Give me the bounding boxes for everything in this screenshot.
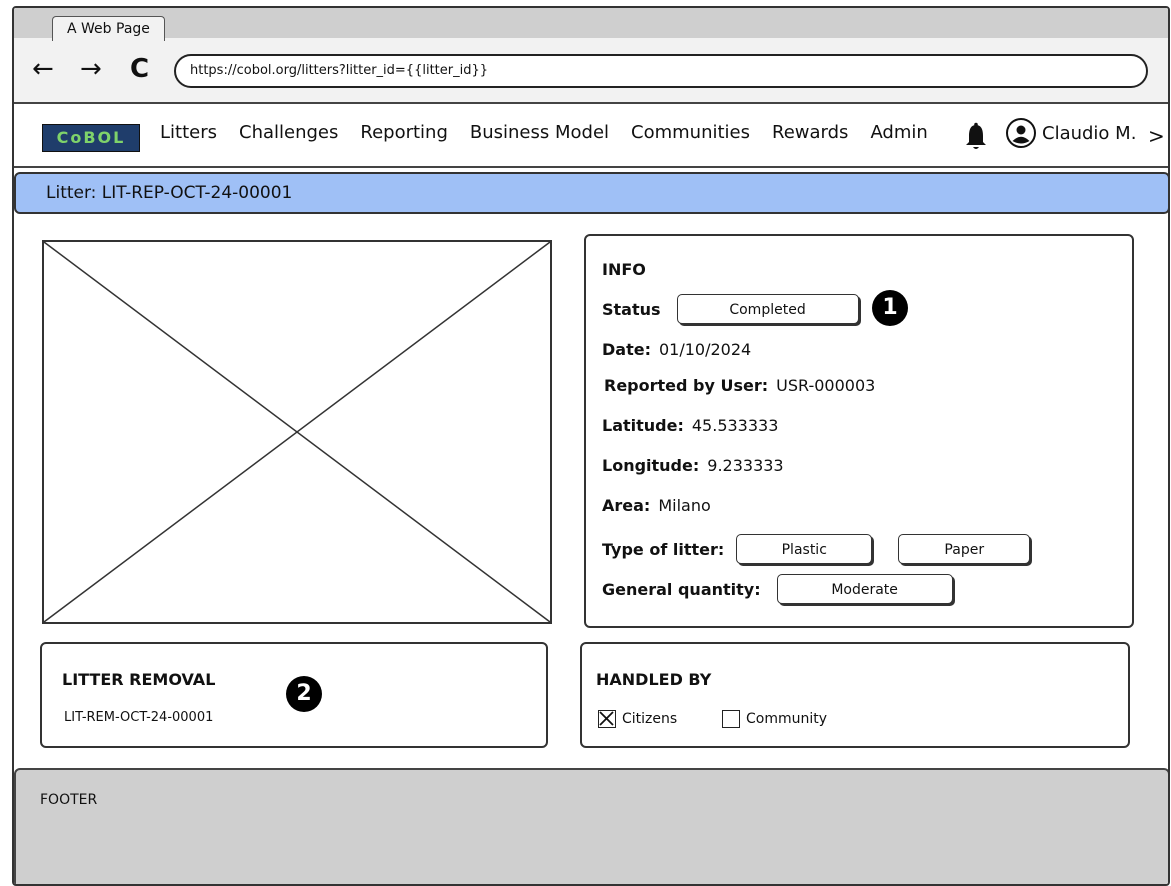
nav-item-litters[interactable]: Litters bbox=[160, 122, 217, 143]
date-label: Date: bbox=[602, 340, 651, 359]
page-title: Litter: LIT-REP-OCT-24-00001 bbox=[14, 172, 1168, 214]
latitude-label: Latitude: bbox=[602, 416, 684, 435]
latitude-value: 45.533333 bbox=[691, 416, 779, 435]
info-heading: INFO bbox=[602, 260, 646, 279]
citizens-checkbox[interactable] bbox=[598, 710, 616, 728]
cobol-logo[interactable]: CoBOL bbox=[42, 124, 140, 152]
community-checkbox[interactable] bbox=[722, 710, 740, 728]
browser-chrome: A Web Page ← → C https://cobol.org/litte… bbox=[14, 8, 1168, 104]
user-name: Claudio M. bbox=[1042, 122, 1137, 144]
image-placeholder bbox=[42, 240, 552, 624]
footer-label: FOOTER bbox=[40, 792, 98, 808]
handled-by-panel: HANDLED BY Citizens Community bbox=[580, 642, 1130, 748]
litter-removal-heading: LITTER REMOVAL bbox=[62, 670, 216, 689]
browser-window: A Web Page ← → C https://cobol.org/litte… bbox=[12, 6, 1170, 886]
nav-item-admin[interactable]: Admin bbox=[870, 122, 927, 143]
user-avatar-icon bbox=[1006, 118, 1036, 148]
back-arrow-icon[interactable]: ← bbox=[32, 56, 54, 82]
tab-strip: A Web Page bbox=[14, 8, 1168, 41]
reported-by-label: Reported by User: bbox=[604, 376, 769, 395]
info-panel: INFO Status Completed 1 Date: 01/10/2024… bbox=[584, 234, 1134, 628]
litter-type-paper[interactable]: Paper bbox=[898, 534, 1031, 564]
annotation-marker-2: 2 bbox=[286, 676, 322, 712]
status-label: Status bbox=[602, 299, 661, 319]
address-bar[interactable]: https://cobol.org/litters?litter_id={{li… bbox=[174, 54, 1148, 88]
chevron-right-icon[interactable]: > bbox=[1148, 124, 1165, 148]
nav-item-challenges[interactable]: Challenges bbox=[239, 122, 338, 143]
status-value[interactable]: Completed bbox=[676, 294, 859, 324]
area-label: Area: bbox=[602, 496, 651, 515]
litter-removal-panel: LITTER REMOVAL LIT-REM-OCT-24-00001 2 bbox=[40, 642, 548, 748]
litter-removal-id[interactable]: LIT-REM-OCT-24-00001 bbox=[64, 710, 213, 725]
litter-type-plastic[interactable]: Plastic bbox=[736, 534, 873, 564]
main-menu: Litters Challenges Reporting Business Mo… bbox=[160, 122, 928, 143]
community-label: Community bbox=[746, 711, 828, 727]
date-value: 01/10/2024 bbox=[658, 340, 752, 359]
type-of-litter-label: Type of litter: bbox=[602, 539, 725, 559]
handled-by-community-option[interactable]: Community bbox=[722, 710, 827, 728]
app-navbar: CoBOL Litters Challenges Reporting Busin… bbox=[14, 104, 1168, 168]
area-value: Milano bbox=[658, 496, 711, 515]
longitude-label: Longitude: bbox=[602, 456, 700, 475]
citizens-label: Citizens bbox=[622, 711, 678, 727]
nav-item-rewards[interactable]: Rewards bbox=[772, 122, 848, 143]
reload-icon[interactable]: C bbox=[130, 56, 149, 82]
general-quantity-label: General quantity: bbox=[602, 579, 761, 599]
reported-by-value: USR-000003 bbox=[776, 376, 876, 395]
browser-tab[interactable]: A Web Page bbox=[52, 16, 165, 41]
nav-item-reporting[interactable]: Reporting bbox=[360, 122, 448, 143]
annotation-marker-1: 1 bbox=[872, 290, 908, 326]
nav-item-business-model[interactable]: Business Model bbox=[470, 122, 609, 143]
handled-by-heading: HANDLED BY bbox=[596, 670, 712, 689]
nav-item-communities[interactable]: Communities bbox=[631, 122, 750, 143]
forward-arrow-icon[interactable]: → bbox=[80, 56, 102, 82]
bell-icon[interactable] bbox=[964, 122, 988, 156]
handled-by-citizens-option[interactable]: Citizens bbox=[598, 710, 677, 728]
general-quantity-value[interactable]: Moderate bbox=[776, 574, 953, 604]
page-footer: FOOTER bbox=[14, 768, 1168, 884]
longitude-value: 9.233333 bbox=[707, 456, 784, 475]
user-menu[interactable]: Claudio M. bbox=[1006, 118, 1136, 148]
